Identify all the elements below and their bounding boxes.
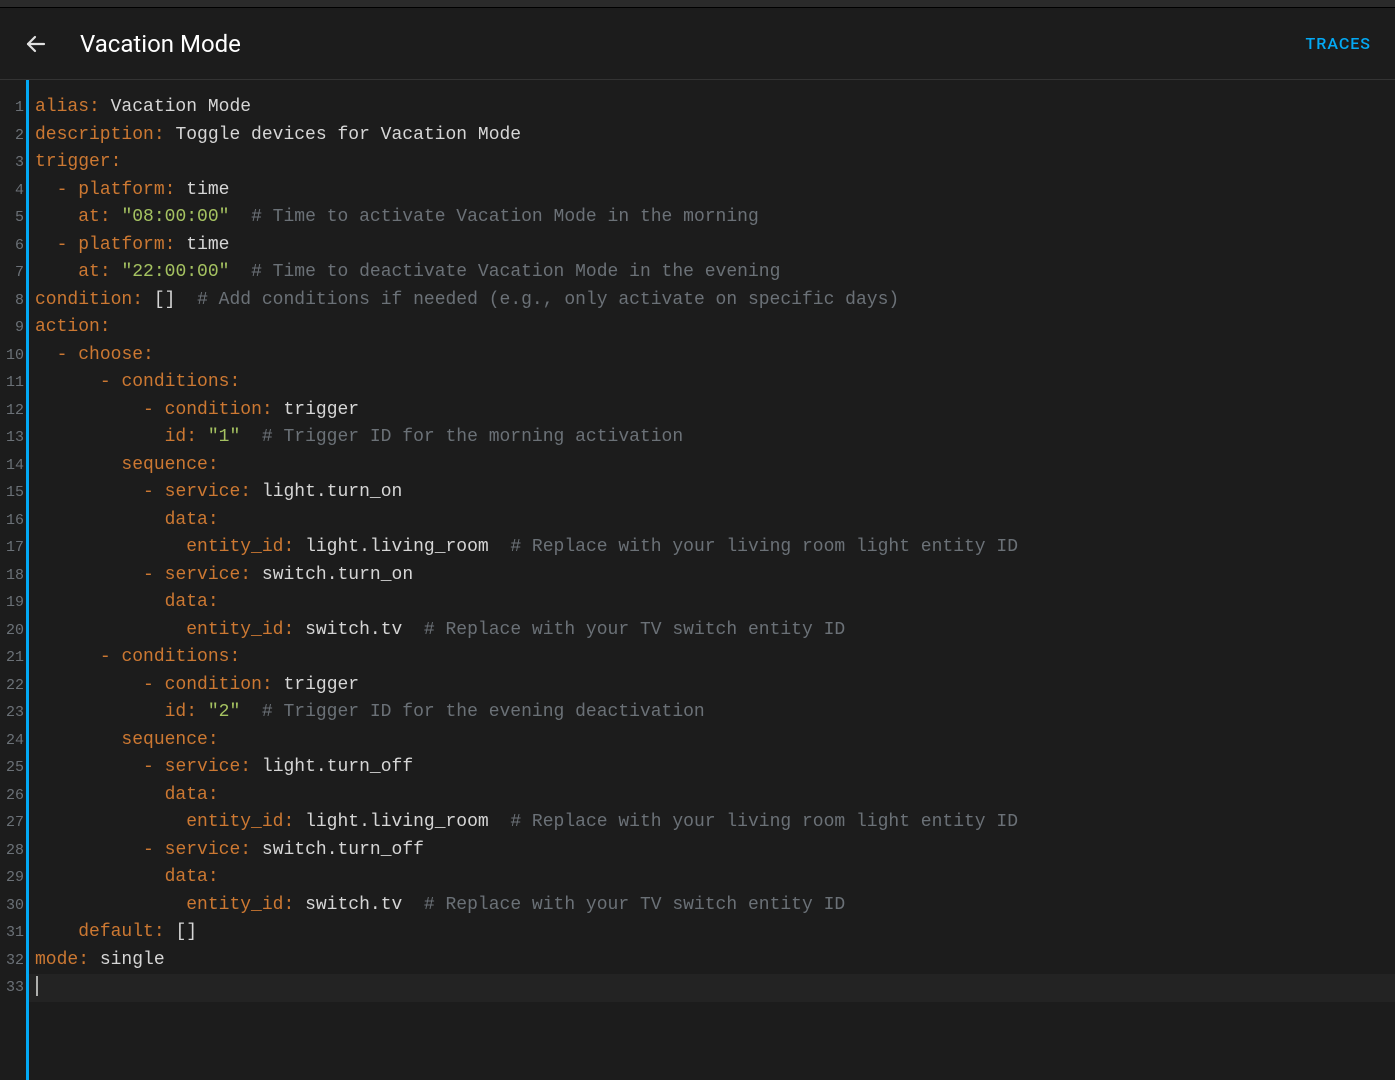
traces-link[interactable]: TRACES	[1306, 34, 1372, 53]
code-line[interactable]: entity_id: light.living_room # Replace w…	[35, 534, 1395, 562]
code-line[interactable]: condition: [] # Add conditions if needed…	[35, 287, 1395, 315]
code-line[interactable]: at: "08:00:00" # Time to activate Vacati…	[35, 204, 1395, 232]
code-line[interactable]: id: "2" # Trigger ID for the evening dea…	[35, 699, 1395, 727]
code-line[interactable]: data:	[35, 782, 1395, 810]
window-top-strip	[0, 0, 1395, 8]
line-number-gutter: 1234567891011121314151617181920212223242…	[0, 80, 26, 1080]
code-line[interactable]: - choose:	[35, 342, 1395, 370]
code-line[interactable]: - service: switch.turn_off	[35, 837, 1395, 865]
code-line[interactable]: - condition: trigger	[35, 397, 1395, 425]
code-line[interactable]: entity_id: switch.tv # Replace with your…	[35, 892, 1395, 920]
code-line[interactable]: mode: single	[35, 947, 1395, 975]
back-arrow-icon[interactable]	[24, 32, 48, 56]
code-line[interactable]: alias: Vacation Mode	[35, 94, 1395, 122]
page-title: Vacation Mode	[80, 30, 241, 58]
header-bar: Vacation Mode TRACES	[0, 8, 1395, 80]
code-line[interactable]: - service: light.turn_on	[35, 479, 1395, 507]
code-content[interactable]: alias: Vacation Modedescription: Toggle …	[29, 80, 1395, 1080]
code-line[interactable]: sequence:	[35, 452, 1395, 480]
code-line[interactable]: entity_id: switch.tv # Replace with your…	[35, 617, 1395, 645]
code-line[interactable]: at: "22:00:00" # Time to deactivate Vaca…	[35, 259, 1395, 287]
code-line[interactable]: data:	[35, 507, 1395, 535]
code-line[interactable]: default: []	[35, 919, 1395, 947]
code-line[interactable]: - service: light.turn_off	[35, 754, 1395, 782]
code-line[interactable]: - service: switch.turn_on	[35, 562, 1395, 590]
code-line[interactable]: action:	[35, 314, 1395, 342]
code-line[interactable]: data:	[35, 589, 1395, 617]
code-line[interactable]: description: Toggle devices for Vacation…	[35, 122, 1395, 150]
code-line[interactable]: entity_id: light.living_room # Replace w…	[35, 809, 1395, 837]
code-line[interactable]: - conditions:	[35, 369, 1395, 397]
code-line[interactable]: - condition: trigger	[35, 672, 1395, 700]
code-line[interactable]: - platform: time	[35, 232, 1395, 260]
code-line[interactable]: data:	[35, 864, 1395, 892]
code-line[interactable]: trigger:	[35, 149, 1395, 177]
code-line[interactable]	[29, 974, 1395, 1002]
header-left: Vacation Mode	[24, 30, 241, 58]
code-line[interactable]: - conditions:	[35, 644, 1395, 672]
code-line[interactable]: sequence:	[35, 727, 1395, 755]
yaml-editor[interactable]: 1234567891011121314151617181920212223242…	[0, 80, 1395, 1080]
code-line[interactable]: id: "1" # Trigger ID for the morning act…	[35, 424, 1395, 452]
code-line[interactable]: - platform: time	[35, 177, 1395, 205]
